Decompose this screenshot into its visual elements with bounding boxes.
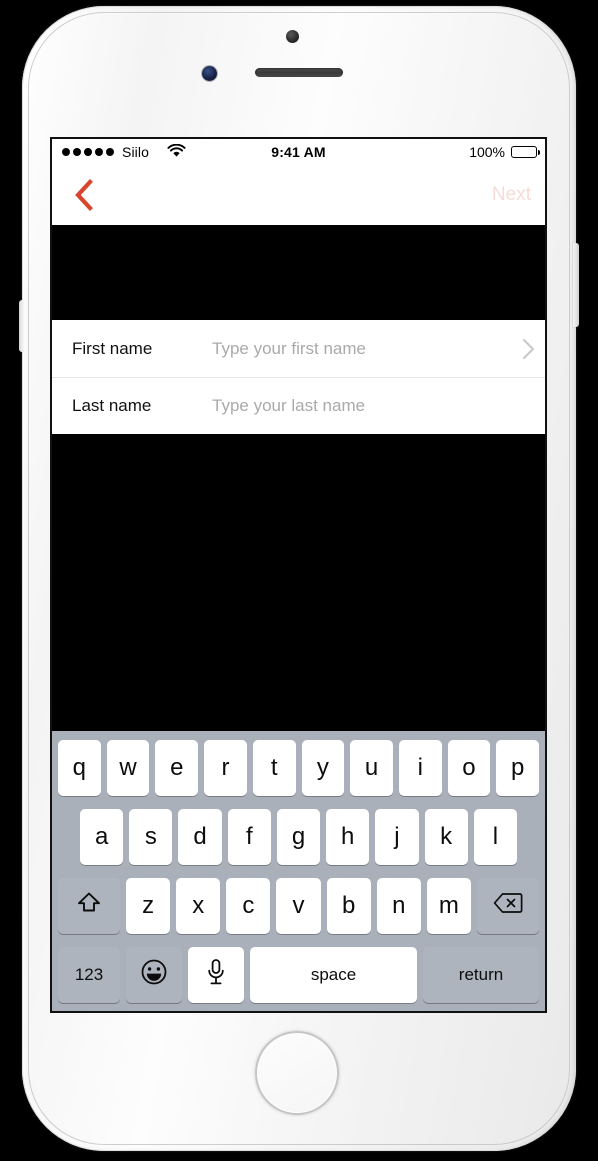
screen-content: First name Last name qwertyuiop asdfghjk… [52,225,545,1011]
key-n[interactable]: n [376,878,421,934]
keyboard-row-1: qwertyuiop [52,739,545,797]
key-i[interactable]: i [398,740,442,796]
key-d[interactable]: d [178,809,222,865]
shift-arrow-icon [76,890,102,923]
back-button[interactable] [64,177,104,217]
space-key[interactable]: space [250,947,417,1003]
key-b[interactable]: b [326,878,371,934]
key-q[interactable]: q [57,740,101,796]
key-t[interactable]: t [252,740,296,796]
key-j[interactable]: j [375,809,419,865]
key-c[interactable]: c [226,878,271,934]
battery-icon [511,146,540,158]
key-r[interactable]: r [204,740,247,796]
home-button[interactable] [255,1031,339,1115]
front-camera-icon [286,30,299,43]
last-name-label: Last name [72,396,152,415]
key-k[interactable]: k [424,809,468,865]
key-l[interactable]: l [473,809,517,865]
key-u[interactable]: u [350,740,393,796]
chevron-right-icon [511,338,545,360]
navigation-bar: Next [52,165,545,225]
form-row-last-name[interactable]: Last name [52,377,545,434]
volume-button[interactable] [19,300,24,352]
earpiece-speaker-icon [255,68,343,77]
status-bar: Siilo 9:41 AM 100% [52,139,545,165]
emoji-smiley-icon [140,958,168,993]
name-form-card: First name Last name [52,320,545,434]
key-w[interactable]: w [106,740,150,796]
chevron-left-icon [74,178,94,216]
proximity-sensor-icon [202,66,217,81]
battery-percent-label: 100% [469,144,505,160]
shift-key[interactable] [58,878,120,934]
key-y[interactable]: y [301,740,345,796]
keyboard-row-2: asdfghjkl [52,808,545,866]
last-name-input[interactable] [212,396,511,416]
key-e[interactable]: e [155,740,199,796]
key-z[interactable]: z [126,878,171,934]
keyboard-row-3: zxcvbnm [52,877,545,935]
emoji-key[interactable] [126,947,182,1003]
key-g[interactable]: g [276,809,321,865]
form-row-first-name[interactable]: First name [52,320,545,377]
next-button[interactable]: Next [492,165,531,225]
key-x[interactable]: x [176,878,221,934]
keyboard-row-4: 123 space return [52,946,545,1004]
key-f[interactable]: f [227,809,271,865]
key-p[interactable]: p [496,740,540,796]
key-v[interactable]: v [276,878,321,934]
key-o[interactable]: o [447,740,491,796]
power-button[interactable] [573,243,579,327]
key-m[interactable]: m [426,878,471,934]
numbers-key[interactable]: 123 [58,947,120,1003]
first-name-input[interactable] [212,338,511,359]
key-h[interactable]: h [326,809,370,865]
microphone-icon [206,958,226,993]
dictation-key[interactable] [188,947,244,1003]
phone-screen: Siilo 9:41 AM 100% Next First name Type … [52,139,545,1011]
first-name-label: First name [72,338,153,358]
key-s[interactable]: s [129,809,173,865]
return-key[interactable]: return [423,947,539,1003]
on-screen-keyboard: qwertyuiop asdfghjkl zxcvbnm 123 space r… [52,731,545,1011]
key-a[interactable]: a [80,809,124,865]
backspace-delete-icon [493,892,523,921]
status-bar-right: 100% [469,139,540,165]
backspace-key[interactable] [477,878,539,934]
